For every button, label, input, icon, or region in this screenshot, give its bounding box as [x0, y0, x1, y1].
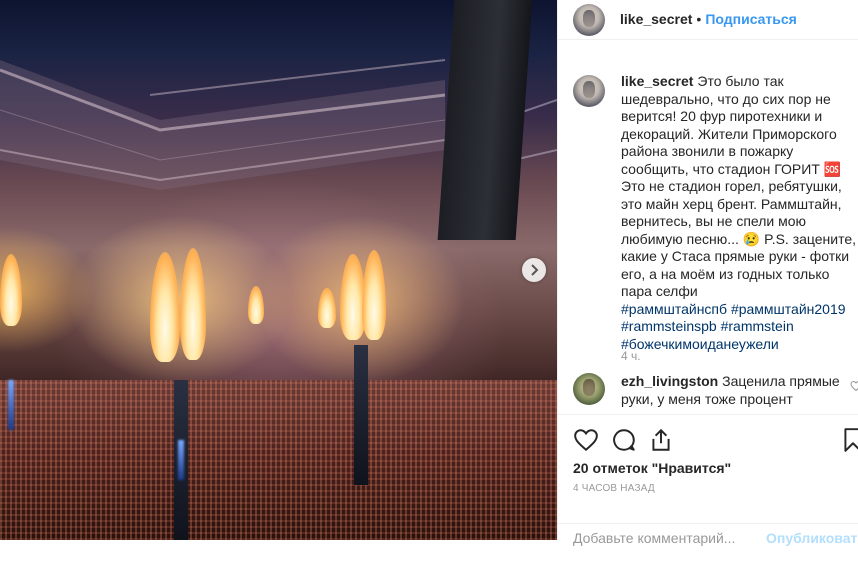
hashtag[interactable]: #раммштайн2019	[731, 301, 846, 317]
stage-light	[178, 440, 184, 480]
share-icon[interactable]	[648, 427, 674, 453]
next-photo-button[interactable]	[522, 258, 546, 282]
separator-dot: •	[696, 11, 702, 27]
posted-time[interactable]: 4 ЧАСОВ НАЗАД	[573, 483, 655, 494]
comment: ezh_livingston Заценила прямые руки, у м…	[621, 373, 857, 408]
comment-icon[interactable]	[611, 427, 637, 453]
likes-count[interactable]: 20 отметок "Нравится"	[573, 460, 731, 476]
stage-light	[8, 380, 14, 430]
crowd	[0, 380, 557, 540]
hashtag[interactable]: #rammstein	[721, 318, 794, 334]
heart-icon[interactable]	[573, 427, 599, 453]
add-comment-bar: Опубликовать	[558, 523, 858, 564]
follow-button[interactable]: Подписаться	[705, 11, 797, 27]
flame	[362, 250, 386, 340]
flame	[248, 286, 264, 324]
hashtag[interactable]: #божечкимоиданеужели	[621, 336, 779, 352]
comment-like-icon[interactable]	[850, 380, 858, 392]
chevron-right-icon	[531, 264, 539, 276]
caption-avatar[interactable]	[573, 75, 605, 107]
flame	[150, 252, 180, 362]
hashtag[interactable]: #rammsteinspb	[621, 318, 717, 334]
header-username[interactable]: like_secret	[620, 11, 692, 27]
post-photo[interactable]	[0, 0, 557, 540]
post-actions: 20 отметок "Нравится" 4 ЧАСОВ НАЗАД Опуб…	[558, 414, 858, 546]
flame	[180, 248, 206, 360]
flame	[318, 288, 336, 328]
pyro-tower	[354, 345, 368, 485]
avatar[interactable]	[573, 4, 605, 36]
bookmark-icon[interactable]	[840, 427, 858, 453]
commenter-avatar[interactable]	[573, 373, 605, 405]
caption-username[interactable]: like_secret	[621, 73, 693, 89]
post-header: like_secret • Подписаться	[558, 0, 858, 40]
flame	[0, 254, 22, 326]
caption-text: Это было так шедеврально, что до сих пор…	[621, 73, 857, 299]
publish-button[interactable]: Опубликовать	[766, 530, 858, 546]
commenter-username[interactable]: ezh_livingston	[621, 373, 718, 389]
comment-input[interactable]	[573, 530, 758, 546]
hashtag[interactable]: #раммштайнспб	[621, 301, 727, 317]
post-caption: like_secret Это было так шедеврально, что…	[621, 73, 857, 353]
post-sidebar: like_secret • Подписаться like_secret Это б…	[557, 0, 858, 546]
caption-time[interactable]: 4 ч.	[621, 349, 641, 363]
